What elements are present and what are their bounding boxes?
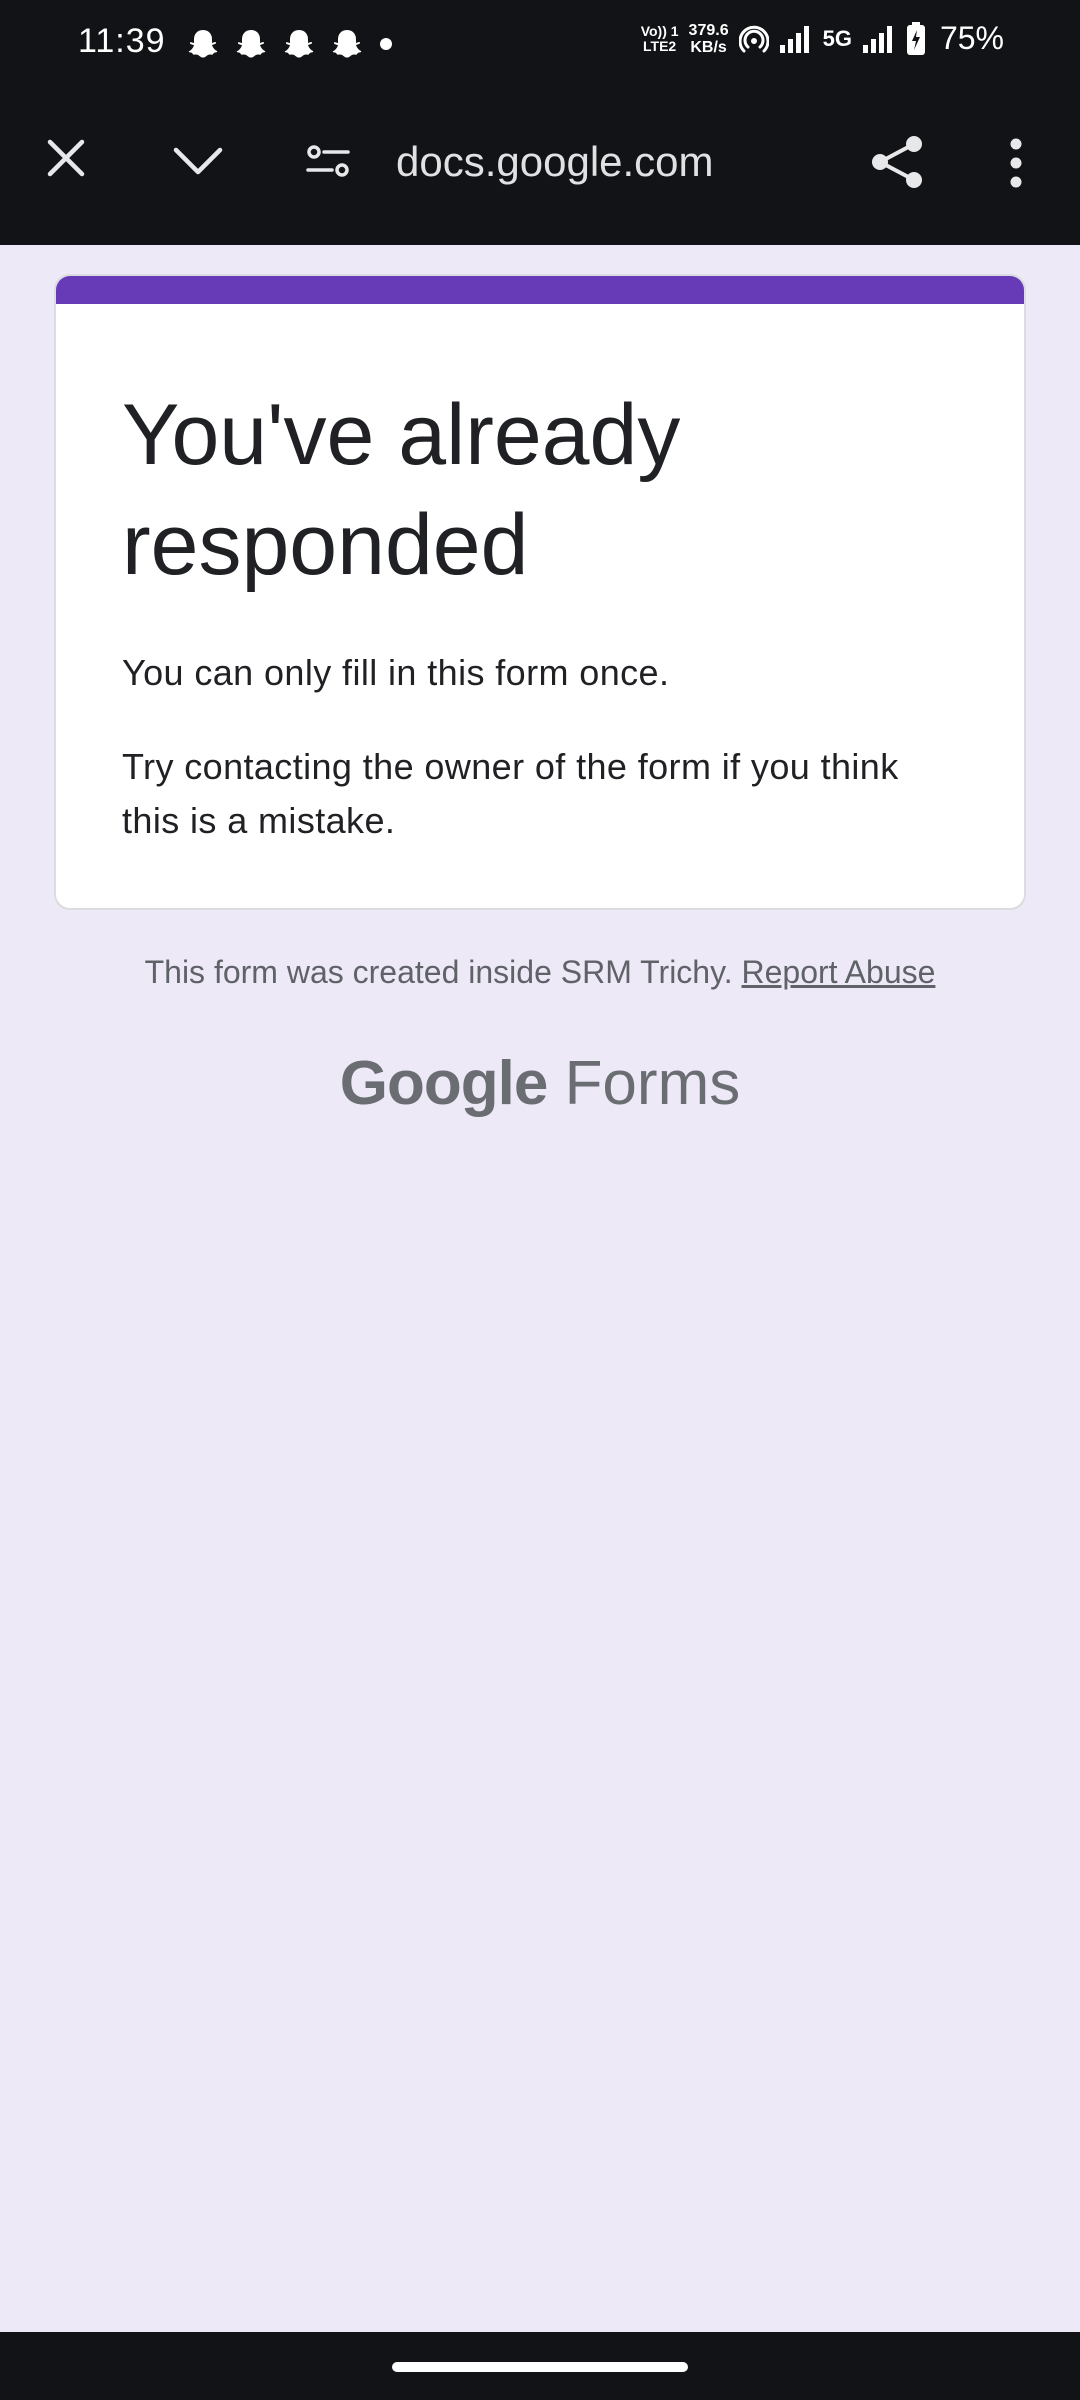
- close-icon[interactable]: [46, 138, 86, 178]
- url-bar[interactable]: docs.google.com: [396, 138, 714, 186]
- status-bar: 11:39 Vo)) 1 LTE2 379.6 KB/s 5G 75%: [0, 0, 1080, 90]
- google-forms-logo[interactable]: Google Forms: [0, 1048, 1080, 1119]
- card-message: You can only fill in this form once.: [122, 652, 670, 693]
- share-icon[interactable]: [870, 134, 924, 190]
- response-card: You've already responded You can only fi…: [54, 274, 1026, 910]
- status-indicators: Vo)) 1 LTE2 379.6 KB/s 5G 75%: [641, 20, 1004, 57]
- snapchat-icon: [284, 30, 314, 58]
- form-footer: This form was created inside SRM Trichy.…: [0, 954, 1080, 991]
- more-notifications-dot: [380, 38, 392, 50]
- signal-icon: [779, 25, 809, 53]
- volte-indicator: Vo)) 1 LTE2: [640, 22, 679, 54]
- card-accent-bar: [56, 276, 1024, 304]
- notification-icons: [188, 28, 392, 60]
- footer-note: This form was created inside SRM Trichy.: [144, 954, 733, 990]
- status-time: 11:39: [78, 22, 166, 60]
- page-title: You've already responded: [122, 387, 681, 593]
- gesture-nav-bar: [0, 2332, 1080, 2400]
- brand-forms: Forms: [564, 1049, 741, 1118]
- battery-charging-icon: [906, 21, 925, 55]
- more-vert-icon[interactable]: [1008, 138, 1024, 188]
- snapchat-icon: [332, 30, 362, 58]
- battery-level: 75%: [939, 20, 1004, 56]
- site-settings-icon[interactable]: [306, 144, 350, 178]
- browser-toolbar: docs.google.com: [0, 90, 1080, 245]
- brand-google: Google: [339, 1049, 549, 1118]
- snapchat-icon: [236, 30, 266, 58]
- chevron-down-icon[interactable]: [172, 146, 224, 176]
- hotspot-icon: [738, 25, 769, 52]
- signal-icon-2: [862, 25, 892, 53]
- card-hint: Try contacting the owner of the form if …: [122, 746, 899, 841]
- home-gesture-handle[interactable]: [392, 2362, 688, 2372]
- report-abuse-link[interactable]: Report Abuse: [742, 954, 936, 990]
- net-speed: 379.6 KB/s: [688, 21, 729, 56]
- snapchat-icon: [188, 30, 218, 58]
- network-type: 5G: [822, 25, 852, 51]
